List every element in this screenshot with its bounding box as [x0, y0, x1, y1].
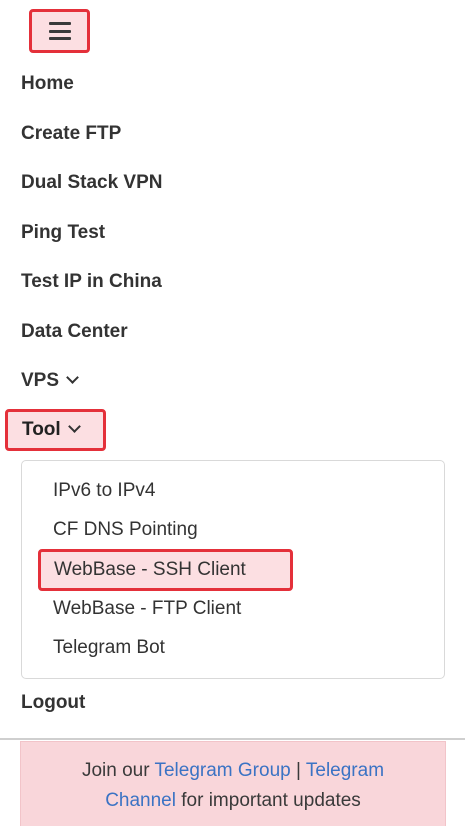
telegram-channel-link[interactable]: Telegram: [306, 760, 384, 781]
nav-item-vps[interactable]: VPS: [21, 369, 79, 393]
divider: [0, 738, 465, 740]
dropdown-item-webbase-ssh-client[interactable]: WebBase - SSH Client: [38, 549, 293, 591]
telegram-notice: Join our Telegram Group | Telegram Channe…: [20, 741, 446, 826]
nav-item-create-ftp[interactable]: Create FTP: [21, 122, 121, 146]
notice-separator: |: [290, 760, 306, 781]
dropdown-item-webbase-ssh-client-label: WebBase - SSH Client: [54, 559, 246, 580]
dropdown-item-ipv6-to-ipv4[interactable]: IPv6 to IPv4: [53, 479, 155, 503]
nav-item-ping-test[interactable]: Ping Test: [21, 221, 105, 245]
notice-prefix: Join our: [81, 760, 155, 781]
hamburger-menu-button[interactable]: [29, 9, 90, 53]
chevron-down-icon: [66, 371, 79, 384]
nav-item-dual-stack-vpn[interactable]: Dual Stack VPN: [21, 171, 163, 195]
nav-item-logout[interactable]: Logout: [21, 691, 85, 715]
tool-dropdown-menu: IPv6 to IPv4 CF DNS Pointing WebBase - S…: [21, 460, 445, 679]
nav-item-tool-label: Tool: [22, 419, 61, 440]
nav-item-data-center[interactable]: Data Center: [21, 320, 128, 344]
dropdown-item-webbase-ftp-client[interactable]: WebBase - FTP Client: [53, 597, 241, 621]
telegram-group-link[interactable]: Telegram Group: [154, 760, 290, 781]
nav-item-tool[interactable]: Tool: [5, 409, 106, 451]
dropdown-item-telegram-bot[interactable]: Telegram Bot: [53, 636, 165, 660]
chevron-down-icon: [67, 419, 81, 433]
hamburger-menu-icon: [48, 22, 71, 40]
notice-suffix: for important updates: [175, 790, 361, 811]
nav-item-home[interactable]: Home: [21, 72, 74, 96]
telegram-channel-link-cont[interactable]: Channel: [105, 790, 176, 811]
mobile-page: Home Create FTP Dual Stack VPN Ping Test…: [0, 0, 465, 826]
nav-item-vps-label: VPS: [21, 370, 60, 391]
nav-item-test-ip-china[interactable]: Test IP in China: [21, 270, 162, 294]
dropdown-item-cf-dns-pointing[interactable]: CF DNS Pointing: [53, 518, 198, 542]
